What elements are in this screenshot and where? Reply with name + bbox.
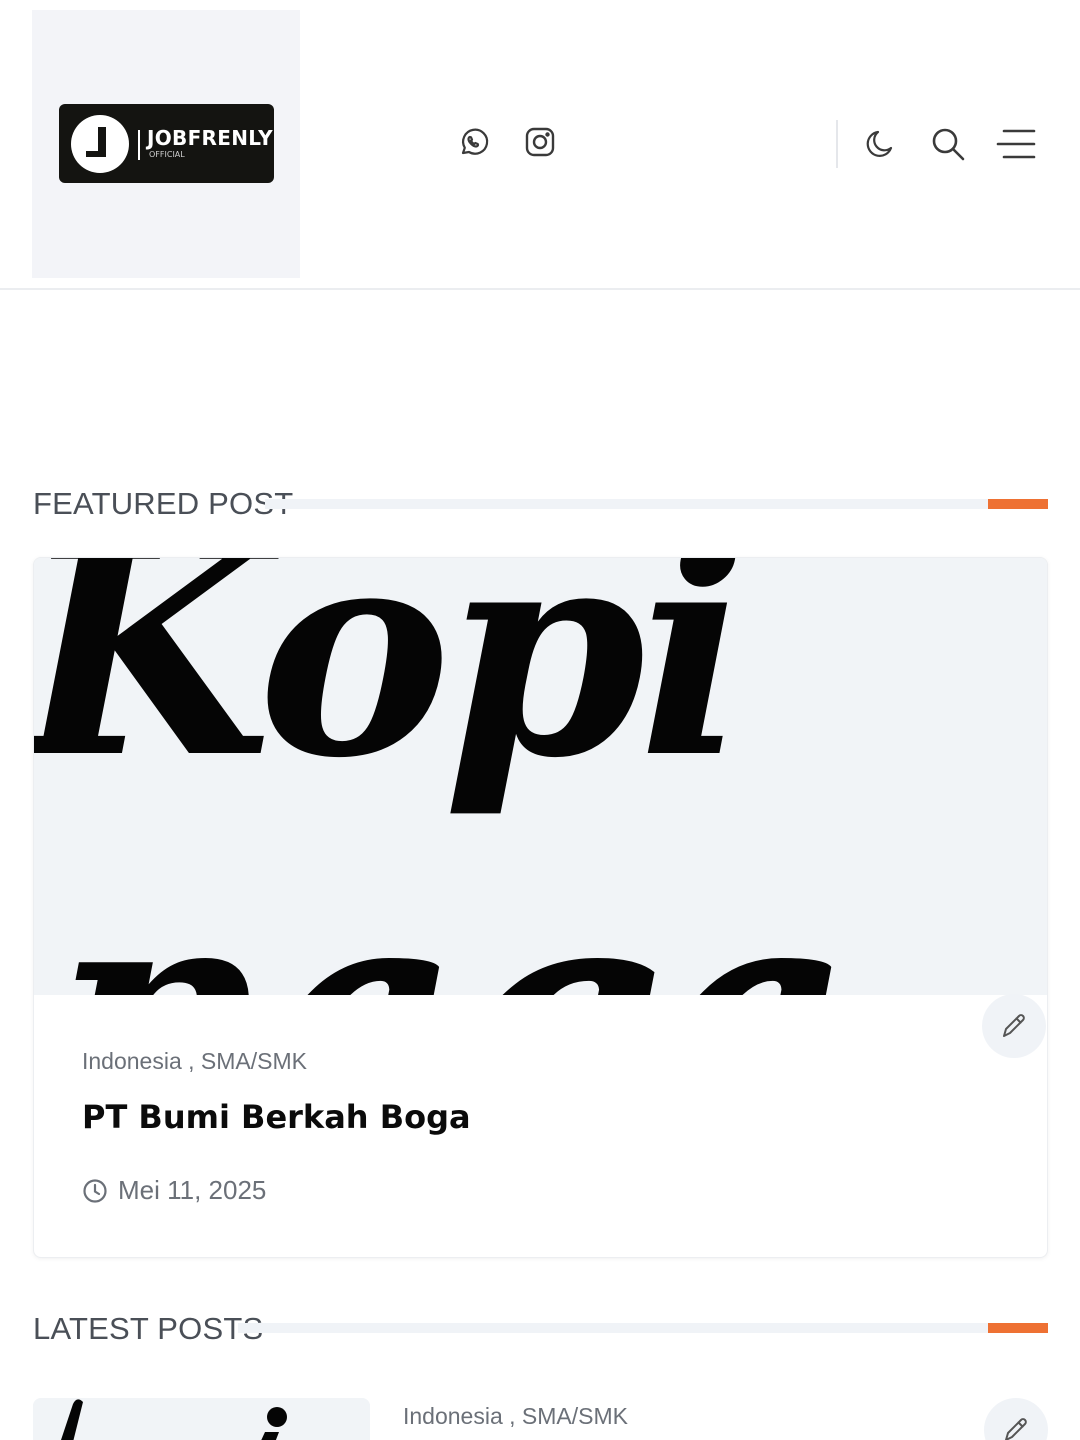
latest-post-categories[interactable]: Indonesia , SMA/SMK — [403, 1403, 628, 1430]
search-icon[interactable] — [926, 122, 970, 166]
logo-separator — [138, 130, 140, 160]
featured-image-artwork: Kopi naga — [34, 558, 1047, 995]
header-divider — [836, 120, 838, 168]
section-divider-line — [265, 499, 1048, 509]
moon-icon[interactable] — [858, 122, 902, 166]
featured-post-date: Mei 11, 2025 — [118, 1175, 267, 1205]
featured-post-image[interactable]: Kopi naga — [34, 558, 1047, 995]
section-accent-bar — [988, 499, 1048, 509]
latest-section-title: LATEST POSTS — [33, 1311, 264, 1346]
edit-post-button[interactable] — [984, 1398, 1048, 1440]
latest-post-thumbnail[interactable] — [33, 1398, 370, 1440]
featured-post-meta: Mei 11, 2025 — [82, 1175, 266, 1206]
logo-mark — [71, 115, 129, 173]
section-accent-bar — [988, 1323, 1048, 1333]
featured-post-card[interactable]: Kopi naga Indonesia , SMA/SMK PT Bumi Be… — [33, 557, 1048, 1258]
site-header: JOBFRENLY OFFICIAL — [0, 0, 1080, 290]
pencil-icon — [1005, 1418, 1027, 1440]
menu-icon[interactable] — [994, 122, 1038, 166]
svg-text:Kopi: Kopi — [34, 558, 740, 822]
logo-subtitle: OFFICIAL — [149, 150, 185, 159]
svg-text:naga: naga — [54, 836, 847, 995]
featured-section-header: FEATURED POST — [33, 486, 1048, 526]
logo-badge: JOBFRENLY OFFICIAL — [59, 104, 274, 183]
logo-title: JOBFRENLY — [147, 126, 273, 150]
latest-thumbnail-artwork — [33, 1398, 370, 1440]
featured-post-categories[interactable]: Indonesia , SMA/SMK — [82, 1048, 307, 1075]
pencil-icon — [1003, 1014, 1025, 1037]
site-logo-link[interactable]: JOBFRENLY OFFICIAL — [32, 10, 300, 278]
latest-section-header: LATEST POSTS — [33, 1311, 1048, 1351]
whatsapp-icon[interactable] — [454, 122, 494, 162]
instagram-icon[interactable] — [520, 122, 560, 162]
featured-section-title: FEATURED POST — [33, 486, 294, 521]
section-divider-line — [238, 1323, 1048, 1333]
clock-icon — [83, 1178, 107, 1203]
edit-post-button[interactable] — [982, 994, 1046, 1058]
featured-post-title[interactable]: PT Bumi Berkah Boga — [82, 1098, 471, 1136]
